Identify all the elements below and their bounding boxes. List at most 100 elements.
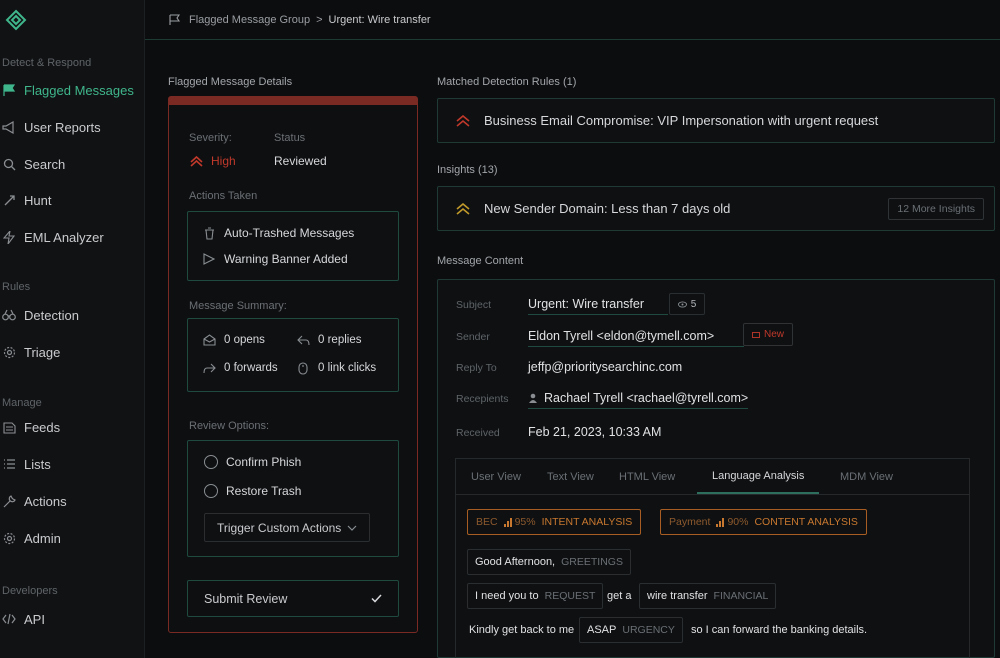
sidebar-item-feeds[interactable]: Feeds — [0, 415, 145, 439]
section-label-developers: Developers — [2, 585, 58, 597]
trash-icon — [202, 226, 216, 240]
token-text: wire transfer — [647, 590, 708, 602]
crosshair-icon — [2, 193, 16, 207]
signal-bars-icon — [503, 517, 512, 527]
received-label: Received — [456, 427, 500, 439]
sidebar-item-lists[interactable]: Lists — [0, 452, 145, 476]
play-icon — [202, 252, 216, 266]
financial-token[interactable]: wire transfer FINANCIAL — [639, 583, 777, 609]
sidebar-item-eml-analyzer[interactable]: EML Analyzer — [0, 225, 145, 249]
detection-rule-card[interactable]: Business Email Compromise: VIP Impersona… — [437, 98, 995, 143]
sidebar-item-label: Flagged Messages — [24, 82, 134, 98]
radio-confirm-phish[interactable]: Confirm Phish — [204, 455, 301, 469]
plain-text: get a — [607, 590, 632, 602]
new-sender-badge: New — [743, 323, 793, 346]
flag-icon — [2, 83, 16, 97]
message-summary-box: 0 opens 0 replies 0 forwards 0 link clic… — [187, 318, 399, 392]
message-view-tabs: User View Text View HTML View Language A… — [455, 458, 970, 658]
token-text: ASAP — [587, 624, 617, 636]
replies-stat: 0 replies — [296, 333, 361, 347]
sidebar-item-label: Actions — [24, 493, 67, 509]
breadcrumb: Flagged Message Group > Urgent: Wire tra… — [145, 0, 1000, 40]
greeting-token[interactable]: Good Afternoon, GREETINGS — [467, 549, 631, 575]
intent-analysis-chip[interactable]: BEC 95% INTENT ANALYSIS — [467, 509, 642, 535]
rss-icon — [2, 420, 16, 434]
chip-label: CONTENT ANALYSIS — [754, 516, 858, 528]
sidebar-item-label: Hunt — [24, 192, 52, 208]
sidebar-item-search[interactable]: Search — [0, 152, 145, 176]
tab-mdm-view[interactable]: MDM View — [840, 459, 893, 494]
radio-restore-trash[interactable]: Restore Trash — [204, 484, 301, 498]
insight-label: New Sender Domain: Less than 7 days old — [484, 201, 731, 216]
eye-icon — [677, 300, 687, 308]
message-summary-label: Message Summary: — [189, 300, 287, 312]
message-content-heading: Message Content — [437, 255, 524, 267]
mouse-icon — [296, 361, 310, 375]
sidebar-item-label: Detection — [24, 307, 79, 323]
insights-heading: Insights (13) — [437, 164, 498, 176]
link-clicks-stat: 0 link clicks — [296, 361, 376, 375]
cog-icon — [2, 531, 16, 545]
logo-icon[interactable] — [4, 9, 28, 33]
sidebar-item-hunt[interactable]: Hunt — [0, 188, 145, 212]
sidebar-item-triage[interactable]: Triage — [0, 340, 145, 364]
chip-label: INTENT ANALYSIS — [541, 516, 633, 528]
forward-icon — [202, 361, 216, 375]
token-category: GREETINGS — [561, 556, 623, 568]
token-text: Good Afternoon, — [475, 556, 556, 568]
severity-label: Severity: — [189, 132, 232, 144]
section-label-manage: Manage — [2, 397, 42, 409]
code-icon — [2, 612, 16, 626]
sidebar-item-label: User Reports — [24, 119, 101, 135]
action-label: Auto-Trashed Messages — [224, 226, 355, 240]
sidebar-item-api[interactable]: API — [0, 607, 145, 631]
chevrons-up-icon — [456, 114, 470, 127]
sidebar-item-actions[interactable]: Actions — [0, 489, 145, 513]
forwards-stat: 0 forwards — [202, 361, 278, 375]
sidebar-item-label: Admin — [24, 530, 61, 546]
sidebar-item-label: Lists — [24, 456, 51, 472]
details-heading: Flagged Message Details — [168, 76, 293, 88]
content-analysis-chip[interactable]: Payment 90% CONTENT ANALYSIS — [660, 509, 867, 535]
insight-card[interactable]: New Sender Domain: Less than 7 days old … — [437, 186, 995, 231]
section-label-rules: Rules — [2, 281, 31, 293]
subject-count: 5 — [690, 298, 697, 310]
dropdown-label: Trigger Custom Actions — [217, 520, 342, 535]
opens-stat: 0 opens — [202, 333, 265, 347]
actions-taken-label: Actions Taken — [189, 190, 258, 202]
urgency-token[interactable]: ASAP URGENCY — [579, 617, 683, 643]
subject-value: Urgent: Wire transfer — [528, 297, 668, 315]
section-label-detect: Detect & Respond — [2, 57, 92, 69]
forwards-text: 0 forwards — [224, 362, 278, 374]
tab-user-view[interactable]: User View — [471, 459, 521, 494]
trigger-custom-actions-dropdown[interactable]: Trigger Custom Actions — [204, 513, 370, 542]
submit-label: Submit Review — [204, 591, 288, 606]
detection-rule-label: Business Email Compromise: VIP Impersona… — [484, 113, 879, 128]
chevron-down-icon — [347, 525, 357, 531]
chip-score: 95% — [514, 516, 536, 528]
sidebar-item-flagged-messages[interactable]: Flagged Messages — [0, 78, 145, 102]
tab-divider — [456, 494, 969, 495]
sidebar-item-admin[interactable]: Admin — [0, 526, 145, 550]
token-text: I need you to — [475, 590, 539, 602]
sidebar-item-label: EML Analyzer — [24, 229, 104, 245]
sidebar-item-user-reports[interactable]: User Reports — [0, 115, 145, 139]
user-icon — [529, 393, 537, 403]
radio-button[interactable] — [204, 484, 218, 498]
tab-language-analysis[interactable]: Language Analysis — [697, 459, 820, 494]
megaphone-icon — [2, 120, 16, 134]
sidebar-item-detection[interactable]: Detection — [0, 303, 145, 327]
plain-text: so I can forward the banking details. — [691, 624, 868, 636]
tab-text-view[interactable]: Text View — [547, 459, 594, 494]
subject-count-pill[interactable]: 5 — [669, 293, 705, 315]
more-insights-button[interactable]: 12 More Insights — [888, 197, 984, 220]
flagged-message-details-panel: Severity: Status High Reviewed Actions T… — [168, 96, 418, 633]
breadcrumb-parent[interactable]: Flagged Message Group — [189, 14, 310, 26]
tab-html-view[interactable]: HTML View — [619, 459, 675, 494]
radio-button[interactable] — [204, 455, 218, 469]
opens-text: 0 opens — [224, 334, 265, 346]
submit-review-button[interactable]: Submit Review — [187, 580, 399, 617]
token-category: REQUEST — [544, 590, 596, 602]
token-category: URGENCY — [622, 624, 675, 636]
request-token[interactable]: I need you to REQUEST — [467, 583, 604, 609]
